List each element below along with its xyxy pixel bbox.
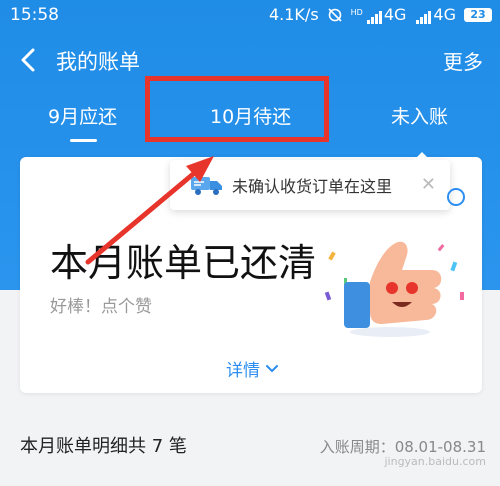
status-indicators: 4.1K/s HD 4G 4G 23 [269,5,492,24]
status-bar: 15:58 4.1K/s HD 4G 4G 23 [0,0,500,30]
thumbs-up-icon [324,241,464,337]
page-title: 我的账单 [56,50,140,74]
network-speed: 4.1K/s [268,5,319,24]
signal-1: HD 4G [350,5,407,24]
tab-september-due[interactable]: 9月应还 [48,102,117,129]
active-tab-indicator [70,139,97,142]
tab-unposted[interactable]: 未入账 [391,102,448,129]
bill-status-title: 本月账单已还清 [50,241,317,285]
chevron-down-icon [266,364,278,372]
hd-label: HD [350,8,363,17]
mute-alarm-icon [328,7,342,22]
signal-bars-icon [416,11,432,24]
delivery-truck-icon [191,177,222,195]
more-button[interactable]: 更多 [443,46,483,75]
signal-2-label: 4G [433,5,456,24]
bill-status-subtitle: 好棒！点个赞 [50,297,152,317]
bill-detail-count: 本月账单明细共 7 笔 [20,436,187,457]
details-button[interactable]: 详情 [226,356,278,381]
status-time: 15:58 [10,5,59,25]
help-icon[interactable] [447,188,465,206]
chevron-left-icon[interactable] [18,46,40,74]
tooltip-text: 未确认收货订单在这里 [232,177,393,196]
signal-bars-icon [366,11,382,24]
annotation-highlight-box [145,76,329,142]
signal-2: 4G [414,5,456,24]
battery-icon: 23 [464,7,492,22]
signal-1-label: 4G [383,5,407,24]
nav-bar: 我的账单 更多 [0,40,500,80]
watermark-text: jingyan.baidu.com [384,455,486,468]
close-icon[interactable]: ✕ [421,174,436,195]
billing-cycle: 入账周期：08.01-08.31 [319,438,486,456]
details-label: 详情 [226,361,260,381]
unconfirmed-orders-tooltip[interactable]: 未确认收货订单在这里 ✕ [170,152,450,210]
